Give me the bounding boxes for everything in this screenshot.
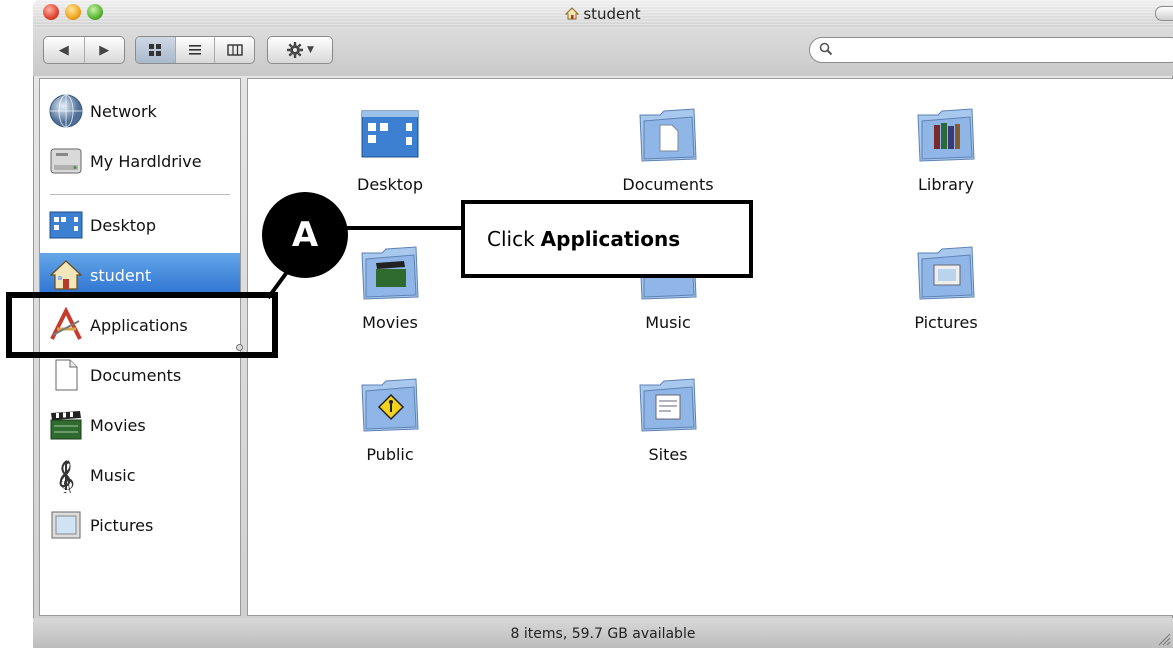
folder-label: Music: [645, 313, 691, 332]
instruction-callout: Click Applications: [461, 200, 753, 278]
document-icon: [55, 359, 78, 391]
status-bar: 8 items, 59.7 GB available: [33, 618, 1173, 648]
instruction-prefix: Click: [487, 227, 535, 251]
folder-label: Movies: [362, 313, 418, 332]
instruction-target: Applications: [540, 227, 681, 251]
list-lines-icon: [189, 45, 201, 55]
folder-documents[interactable]: Documents: [578, 101, 758, 194]
sidebar-item-label: Movies: [90, 415, 146, 435]
column-view-button[interactable]: [214, 37, 254, 63]
public-folder-icon: [361, 378, 419, 432]
desktop-folder-icon: [361, 110, 419, 158]
sidebar-item-movies[interactable]: Movies: [40, 403, 240, 447]
home-icon: [565, 7, 580, 20]
folder-label: Library: [918, 175, 974, 194]
movies-folder-icon: [361, 246, 419, 300]
action-menu-button[interactable]: ▼: [267, 36, 333, 64]
sidebar-divider: [50, 194, 230, 195]
applications-highlight-box: [6, 292, 278, 358]
library-folder-icon: [917, 108, 975, 162]
resize-grip-icon[interactable]: [1155, 630, 1171, 646]
back-button[interactable]: ◀: [44, 37, 84, 63]
documents-folder-icon: [639, 108, 697, 162]
folder-desktop[interactable]: Desktop: [300, 101, 480, 194]
toolbar: ◀ ▶ ▼: [33, 28, 1173, 76]
folder-label: Public: [366, 445, 414, 464]
sidebar-item-desktop[interactable]: Desktop: [40, 203, 240, 247]
sidebar-item-label: Documents: [90, 365, 182, 385]
sidebar-item-label: Music: [90, 465, 136, 485]
columns-icon: [226, 44, 243, 56]
hard-drive-icon: [50, 148, 82, 174]
folder-sites[interactable]: Sites: [578, 371, 758, 464]
sidebar-item-documents[interactable]: Documents: [40, 353, 240, 397]
back-arrow-icon: ◀: [58, 42, 69, 58]
callout-marker: A: [262, 192, 348, 278]
icon-grid-icon: [149, 44, 162, 56]
icon-view-button[interactable]: [136, 37, 175, 63]
picture-frame-icon: [51, 511, 81, 539]
toolbar-toggle-button[interactable]: [1155, 6, 1173, 21]
chevron-down-icon: ▼: [307, 45, 314, 55]
folder-label: Desktop: [357, 175, 423, 194]
sidebar-item-network[interactable]: Network: [40, 89, 240, 133]
forward-button[interactable]: ▶: [83, 37, 125, 63]
treble-clef-icon: 𝄞: [56, 459, 75, 493]
sidebar-item-label: Pictures: [90, 515, 154, 535]
back-forward-control[interactable]: ◀ ▶: [43, 36, 125, 64]
status-text: 8 items, 59.7 GB available: [510, 626, 696, 642]
sidebar-item-label: Desktop: [90, 215, 156, 235]
folder-pictures[interactable]: Pictures: [856, 239, 1036, 332]
sidebar-item-music[interactable]: 𝄞 Music: [40, 453, 240, 497]
sites-folder-icon: [639, 378, 697, 432]
sidebar-item-label: My Hardldrive: [90, 151, 202, 171]
action-menu-cell: ▼: [268, 37, 332, 63]
folder-public[interactable]: Public: [300, 371, 480, 464]
sidebar-item-hard-drive[interactable]: My Hardldrive: [40, 139, 240, 183]
desktop-icon: [49, 211, 83, 239]
search-icon: [819, 42, 833, 56]
home-icon: [49, 260, 83, 290]
file-browser-area: Desktop Documents Library Movies Music P…: [247, 78, 1173, 616]
network-globe-icon: [49, 94, 83, 128]
sidebar-item-pictures[interactable]: Pictures: [40, 503, 240, 547]
sidebar-item-label: Network: [90, 101, 157, 121]
sidebar-item-student[interactable]: student: [40, 253, 240, 297]
folder-label: Sites: [648, 445, 688, 464]
window-title: student: [583, 5, 641, 23]
window-title-area: student: [33, 5, 1173, 23]
list-view-button[interactable]: [174, 37, 215, 63]
folder-label: Documents: [622, 175, 714, 194]
forward-arrow-icon: ▶: [99, 42, 110, 58]
pictures-folder-icon: [917, 246, 975, 300]
clapperboard-icon: [50, 411, 82, 440]
folder-label: Pictures: [914, 313, 978, 332]
title-bar[interactable]: student: [33, 0, 1173, 28]
search-field[interactable]: [809, 37, 1173, 63]
gear-icon: [287, 42, 304, 58]
sidebar-item-label: student: [90, 265, 152, 285]
view-mode-control[interactable]: [135, 36, 255, 64]
folder-library[interactable]: Library: [856, 101, 1036, 194]
